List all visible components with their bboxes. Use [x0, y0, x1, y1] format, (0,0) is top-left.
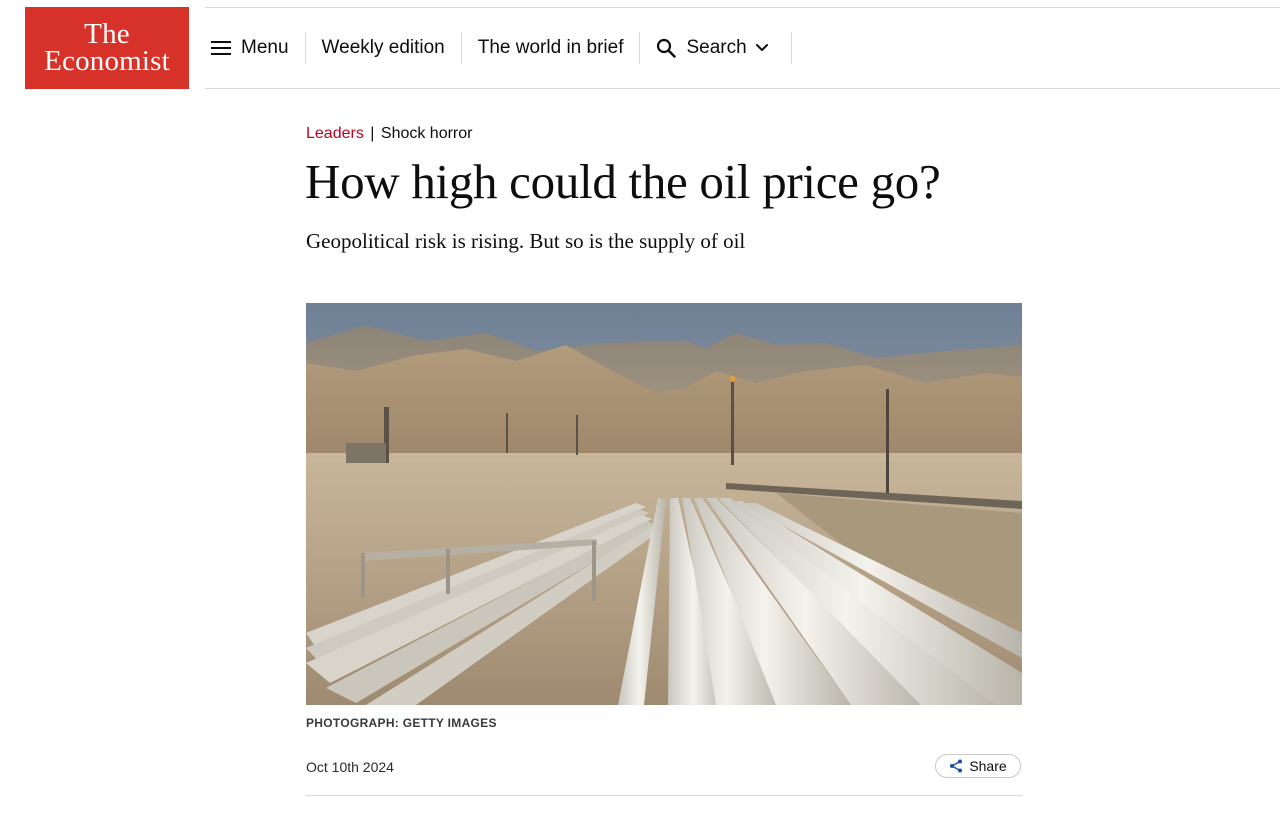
chevron-down-icon — [755, 43, 769, 53]
weekly-edition-label: Weekly edition — [321, 37, 445, 58]
flytitle: Shock horror — [380, 125, 473, 142]
article-standfirst: Geopolitical risk is rising. But so is t… — [306, 229, 746, 253]
search-button[interactable]: Search — [640, 32, 792, 64]
top-navigation: Menu Weekly edition The world in brief S… — [205, 8, 792, 88]
share-button[interactable]: Share — [935, 754, 1021, 778]
section-link[interactable]: Leaders — [306, 125, 364, 142]
logo-line-1: The — [84, 18, 130, 51]
share-icon — [949, 759, 963, 773]
page: The Economist Menu Weekly edition The wo… — [0, 0, 1280, 818]
hero-image — [306, 303, 1022, 705]
hamburger-icon — [211, 40, 231, 56]
header-bottom-divider — [205, 88, 1280, 89]
rubric-separator: | — [370, 125, 375, 142]
article-headline: How high could the oil price go? — [305, 154, 941, 209]
menu-label: Menu — [241, 37, 289, 58]
publish-date: Oct 10th 2024 — [306, 759, 394, 775]
search-icon — [656, 38, 677, 58]
logo-line-2: Economist — [44, 45, 170, 77]
economist-logo[interactable]: The Economist — [25, 7, 189, 89]
world-in-brief-label: The world in brief — [477, 37, 624, 58]
image-credit: PHOTOGRAPH: GETTY IMAGES — [306, 716, 497, 730]
article-rubric: Leaders | Shock horror — [306, 124, 472, 144]
search-label: Search — [686, 37, 747, 58]
article-divider — [306, 795, 1022, 796]
share-label: Share — [969, 758, 1007, 774]
world-in-brief-link[interactable]: The world in brief — [462, 32, 641, 64]
menu-button[interactable]: Menu — [205, 32, 306, 64]
weekly-edition-link[interactable]: Weekly edition — [306, 32, 462, 64]
